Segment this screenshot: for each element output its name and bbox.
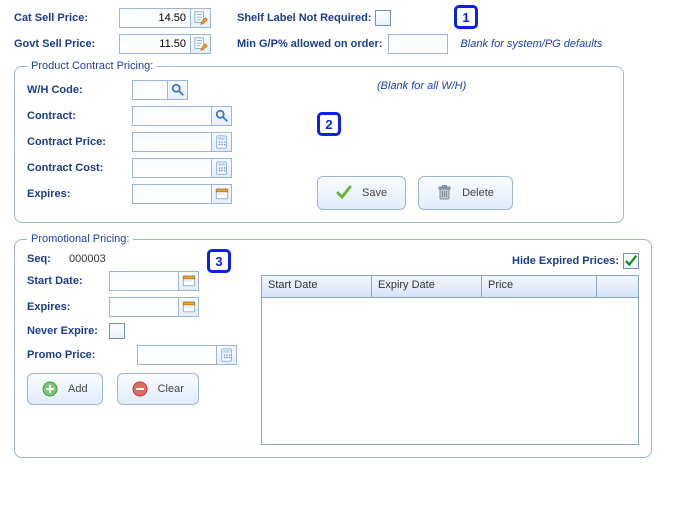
contract-expires-label: Expires: <box>27 188 132 200</box>
promo-price-input[interactable] <box>137 345 217 365</box>
govt-sell-price-label: Govt Sell Price: <box>14 38 119 50</box>
min-gp-allowed-label: Min G/P% allowed on order: <box>237 38 382 50</box>
contract-cost-calc-icon[interactable] <box>212 158 232 178</box>
shelf-label-not-required-checkbox[interactable] <box>375 10 391 26</box>
promo-start-date-input[interactable] <box>109 271 179 291</box>
blank-for-all-wh-note: (Blank for all W/H) <box>377 80 466 92</box>
wh-code-label: W/H Code: <box>27 84 132 96</box>
contract-label: Contract: <box>27 110 132 122</box>
never-expire-checkbox[interactable] <box>109 323 125 339</box>
govt-sell-price-edit-icon[interactable] <box>191 34 211 54</box>
annotation-1: 1 <box>454 5 478 29</box>
promo-start-calendar-icon[interactable] <box>179 271 199 291</box>
hide-expired-prices-label: Hide Expired Prices: <box>512 255 619 267</box>
promo-price-label: Promo Price: <box>27 349 109 361</box>
contract-expires-calendar-icon[interactable] <box>212 184 232 204</box>
product-contract-pricing-legend: Product Contract Pricing: <box>27 60 157 72</box>
hide-expired-prices-checkbox[interactable] <box>623 253 639 269</box>
seq-label: Seq: <box>27 253 63 265</box>
cat-sell-price-input[interactable] <box>119 8 191 28</box>
contract-lookup-icon[interactable] <box>212 106 232 126</box>
min-gp-allowed-input[interactable] <box>388 34 448 54</box>
promo-start-date-label: Start Date: <box>27 275 109 287</box>
promotional-pricing-legend: Promotional Pricing: <box>27 233 133 245</box>
promo-expires-input[interactable] <box>109 297 179 317</box>
check-icon <box>336 185 352 201</box>
grid-col-price[interactable]: Price <box>482 276 597 297</box>
delete-button[interactable]: Delete <box>418 176 513 210</box>
cat-sell-price-label: Cat Sell Price: <box>14 12 119 24</box>
promotional-pricing-panel: Promotional Pricing: Seq: 000003 3 Start… <box>14 233 652 458</box>
add-button-label: Add <box>68 383 88 395</box>
contract-price-label: Contract Price: <box>27 136 132 148</box>
wh-code-input[interactable] <box>132 80 168 100</box>
contract-input[interactable] <box>132 106 212 126</box>
clear-button[interactable]: Clear <box>117 373 199 405</box>
promo-grid[interactable]: Start Date Expiry Date Price <box>261 275 639 445</box>
promo-price-calc-icon[interactable] <box>217 345 237 365</box>
plus-circle-icon <box>42 381 58 397</box>
grid-col-expiry-date[interactable]: Expiry Date <box>372 276 482 297</box>
annotation-2: 2 <box>317 112 341 136</box>
never-expire-label: Never Expire: <box>27 325 109 337</box>
save-button-label: Save <box>362 187 387 199</box>
contract-cost-input[interactable] <box>132 158 212 178</box>
blank-defaults-note: Blank for system/PG defaults <box>460 38 602 50</box>
delete-button-label: Delete <box>462 187 494 199</box>
cat-sell-price-edit-icon[interactable] <box>191 8 211 28</box>
contract-price-calc-icon[interactable] <box>212 132 232 152</box>
annotation-3: 3 <box>207 249 231 273</box>
add-button[interactable]: Add <box>27 373 103 405</box>
contract-price-input[interactable] <box>132 132 212 152</box>
grid-col-start-date[interactable]: Start Date <box>262 276 372 297</box>
wh-code-lookup-icon[interactable] <box>168 80 188 100</box>
govt-sell-price-input[interactable] <box>119 34 191 54</box>
clear-button-label: Clear <box>158 383 184 395</box>
seq-value: 000003 <box>69 253 106 265</box>
shelf-label-not-required-label: Shelf Label Not Required: <box>237 12 371 24</box>
grid-col-blank <box>597 276 638 297</box>
minus-circle-icon <box>132 381 148 397</box>
promo-expires-label: Expires: <box>27 301 109 313</box>
promo-expires-calendar-icon[interactable] <box>179 297 199 317</box>
save-button[interactable]: Save <box>317 176 406 210</box>
contract-expires-input[interactable] <box>132 184 212 204</box>
product-contract-pricing-panel: Product Contract Pricing: W/H Code: Cont… <box>14 60 624 223</box>
contract-cost-label: Contract Cost: <box>27 162 132 174</box>
trash-icon <box>437 185 452 201</box>
